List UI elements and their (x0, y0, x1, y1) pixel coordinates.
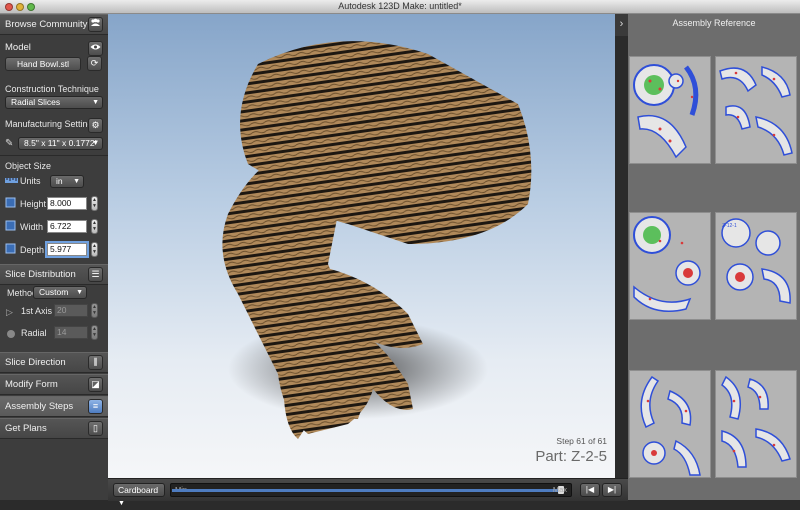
chevron-right-icon[interactable]: › (615, 14, 628, 36)
step-counter: Step 61 of 61 (556, 436, 607, 446)
radial-label: Radial (21, 328, 47, 338)
assembly-sheet[interactable] (629, 56, 711, 164)
depth-icon (5, 243, 16, 254)
pencil-icon[interactable]: ✎ (5, 138, 16, 149)
divider (0, 155, 108, 156)
get-plans-header[interactable]: Get Plans ▯ (0, 418, 108, 439)
model-file-button[interactable]: Hand Bowl.stl (5, 57, 81, 71)
units-value: in (56, 176, 63, 186)
method-value: Custom (39, 287, 69, 297)
height-stepper[interactable]: ▲ ▼ (91, 196, 98, 211)
technique-value: Radial Slices (11, 97, 61, 107)
refresh-icon[interactable]: ⟳ (87, 56, 102, 71)
sheet-part-label: Z-12-1 (722, 223, 737, 229)
3d-viewport[interactable]: Step 61 of 61 Part: Z-2-5 (108, 14, 615, 478)
depth-stepper[interactable]: ▲ ▼ (91, 242, 98, 257)
assembly-steps-label: Assembly Steps (5, 401, 74, 412)
left-sidebar: Browse Community Model Hand Bowl.stl ⟳ C… (0, 14, 108, 500)
assembly-sheet[interactable] (629, 370, 711, 478)
slider-fill (172, 489, 562, 492)
object-size-label: Object Size (5, 161, 52, 171)
first-axis-field[interactable]: 20 (54, 304, 88, 317)
window-title: Autodesk 123D Make: untitled* (338, 1, 462, 11)
assembly-sheet[interactable] (629, 212, 711, 320)
radial-icon (6, 329, 17, 340)
browse-community-header[interactable]: Browse Community (0, 14, 108, 35)
width-icon (5, 220, 16, 231)
units-dropdown[interactable]: in ▼ (50, 175, 84, 188)
slice-distribution-label: Slice Distribution (5, 269, 76, 280)
chevron-down-icon: ▼ (92, 140, 99, 147)
depth-field[interactable]: 5.977 (45, 241, 89, 258)
radial-stepper[interactable]: ▲ ▼ (91, 325, 98, 340)
document-icon[interactable]: ▯ (88, 421, 103, 436)
list-icon[interactable]: ☰ (88, 267, 103, 282)
width-field[interactable]: 6.722 (47, 220, 87, 233)
depth-label: Depth (20, 245, 45, 255)
radial-field[interactable]: 14 (54, 326, 88, 339)
units-label: Units (20, 176, 41, 186)
modify-icon[interactable]: ◪ (88, 377, 103, 392)
first-axis-stepper[interactable]: ▲ ▼ (91, 303, 98, 318)
part-label: Part: Z-2-5 (535, 448, 607, 465)
slices-icon[interactable]: ⫼ (88, 355, 103, 370)
ruler-icon (5, 175, 18, 186)
assembly-steps-header[interactable]: Assembly Steps ≡ (0, 396, 108, 417)
model-render (222, 41, 532, 439)
method-dropdown[interactable]: Custom ▼ (33, 286, 87, 299)
assembly-sheet[interactable]: Z-12-1 (715, 212, 797, 320)
manufacturing-settings-label: Manufacturing Settings (5, 119, 98, 129)
chevron-down-icon: ▼ (118, 500, 125, 507)
assembly-sheet[interactable] (715, 56, 797, 164)
eye-icon[interactable] (88, 41, 103, 56)
height-icon (5, 197, 16, 208)
slider-max-label: Max (552, 485, 567, 494)
next-step-button[interactable]: ▶| (602, 483, 622, 497)
assembly-reference-header: Assembly Reference (672, 18, 756, 28)
community-icon[interactable] (88, 17, 103, 32)
assembly-sheet[interactable] (715, 370, 797, 478)
get-plans-label: Get Plans (5, 423, 47, 434)
chevron-down-icon: ▼ (73, 178, 80, 185)
slice-distribution-header[interactable]: Slice Distribution ☰ (0, 264, 108, 285)
previous-step-button[interactable]: |◀ (580, 483, 600, 497)
material-value: 8.5" x 11" x 0.1772" (24, 138, 98, 148)
bottom-toolbar: Cardboard ▼ Min Max |◀ ▶| (108, 478, 628, 507)
height-label: Height (20, 199, 47, 209)
slice-direction-label: Slice Direction (5, 357, 66, 368)
step-slider[interactable]: Min Max (170, 483, 572, 497)
chevron-down-icon: ▼ (92, 99, 99, 106)
material-selector[interactable]: Cardboard ▼ (113, 483, 165, 507)
model-label: Model (5, 42, 31, 53)
construction-technique-label: Construction Technique (5, 84, 99, 94)
modify-form-label: Modify Form (5, 379, 58, 390)
assembly-reference-panel: Assembly Reference Z-12-1 (628, 14, 800, 500)
first-axis-label: 1st Axis (21, 306, 53, 316)
material-selector-label: Cardboard (118, 485, 159, 495)
axis-icon: ▷ (6, 307, 13, 317)
modify-form-header[interactable]: Modify Form ◪ (0, 374, 108, 395)
gear-icon[interactable]: ⚙ (88, 118, 103, 133)
width-label: Width (20, 222, 44, 232)
steps-icon[interactable]: ≡ (88, 399, 103, 414)
material-dropdown[interactable]: 8.5" x 11" x 0.1772" ▼ (18, 137, 103, 150)
width-stepper[interactable]: ▲ ▼ (91, 219, 98, 234)
title-bar: Autodesk 123D Make: untitled* (0, 0, 800, 14)
height-field[interactable]: 8.000 (47, 197, 87, 210)
technique-dropdown[interactable]: Radial Slices ▼ (5, 96, 103, 109)
browse-community-label: Browse Community (5, 19, 88, 30)
chevron-down-icon: ▼ (76, 289, 83, 296)
slice-direction-header[interactable]: Slice Direction ⫼ (0, 352, 108, 373)
